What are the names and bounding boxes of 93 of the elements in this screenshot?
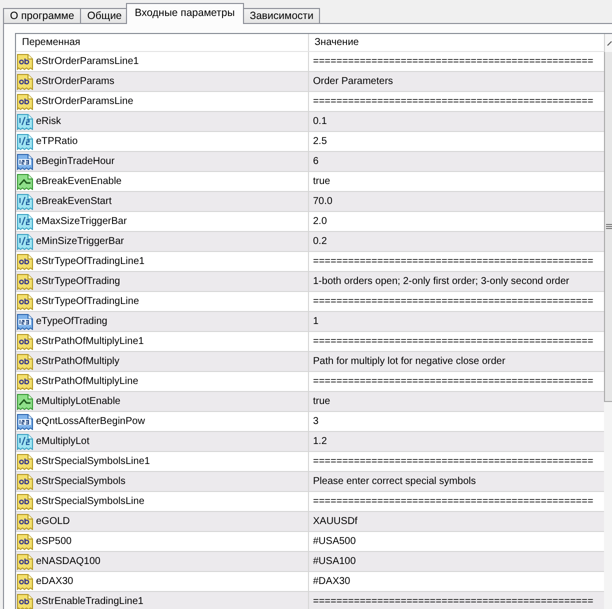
number-document-icon (17, 154, 33, 170)
text-document-icon (17, 354, 33, 370)
table-row[interactable]: eMultiplyLotEnable true (16, 392, 604, 412)
table-row[interactable]: eStrPathOfMultiplyLine ================================================ (16, 372, 604, 392)
tab[interactable]: Зависимости (242, 8, 320, 23)
variable-name: eTypeOfTrading (36, 316, 108, 327)
table-row[interactable]: eStrTypeOfTradingLine ================================================ (16, 292, 604, 312)
text-document-icon (17, 594, 33, 609)
fraction-document-icon (17, 194, 33, 210)
grip-icon (606, 224, 612, 230)
table-row[interactable]: eStrOrderParamsLine ================================================ (16, 92, 604, 112)
variable-name: eMinSizeTriggerBar (36, 236, 124, 247)
variable-name: eBreakEvenStart (36, 196, 112, 207)
text-document-icon (17, 534, 33, 550)
fraction-document-icon (17, 234, 33, 250)
table-row[interactable]: eStrSpecialSymbolsLine1 ================================================ (16, 452, 604, 472)
column-header[interactable]: Переменная (16, 34, 308, 51)
variable-name: eStrSpecialSymbolsLine1 (36, 456, 150, 467)
variable-name: eStrOrderParamsLine (36, 96, 134, 107)
table-row[interactable]: eSP500 #USA500 (16, 532, 604, 552)
fraction-document-icon (17, 434, 33, 450)
variable-name: eGOLD (36, 516, 70, 527)
text-document-icon (17, 254, 33, 270)
text-document-icon (17, 514, 33, 530)
table-row[interactable]: eRisk 0.1 (16, 112, 604, 132)
scrollbar-track[interactable] (604, 34, 612, 609)
variable-name: eRisk (36, 116, 62, 127)
variable-name: eStrPathOfMultiplyLine1 (36, 336, 144, 347)
variable-name: eMaxSizeTriggerBar (36, 216, 127, 227)
table-row[interactable]: eTypeOfTrading 1 (16, 312, 604, 332)
fraction-document-icon (17, 134, 33, 150)
table-row[interactable]: eDAX30 #DAX30 (16, 572, 604, 592)
variable-name: eTPRatio (36, 136, 78, 147)
text-document-icon (17, 374, 33, 390)
scrollbar-thumb[interactable] (604, 52, 612, 402)
text-document-icon (17, 474, 33, 490)
tab[interactable]: О программе (3, 8, 82, 23)
variable-name: eBeginTradeHour (36, 156, 115, 167)
table-row[interactable]: eMinSizeTriggerBar 0.2 (16, 232, 604, 252)
scroll-up-button[interactable] (604, 34, 612, 52)
table-row[interactable]: eStrOrderParams Order Parameters (16, 72, 604, 92)
table-row[interactable]: eTPRatio 2.5 (16, 132, 604, 152)
table-row[interactable]: eStrTypeOfTradingLine1 ================================================ (16, 252, 604, 272)
chart-document-icon (17, 394, 33, 410)
table-row[interactable]: eBreakEvenEnable true (16, 172, 604, 192)
variable-name: eQntLossAfterBeginPow (36, 416, 145, 427)
variable-name: eStrSpecialSymbolsLine (36, 496, 144, 507)
table-row[interactable]: eNASDAQ100 #USA100 (16, 552, 604, 572)
variable-name: eDAX30 (36, 576, 74, 587)
text-document-icon (17, 74, 33, 90)
variable-name: eMultiplyLot (36, 436, 90, 447)
text-document-icon (17, 94, 33, 110)
variable-name: eStrOrderParams (36, 76, 114, 87)
table-row[interactable]: eMaxSizeTriggerBar 2.0 (16, 212, 604, 232)
variable-name: eStrPathOfMultiplyLine (36, 376, 138, 387)
tab[interactable]: Общие (80, 8, 129, 23)
number-document-icon (17, 414, 33, 430)
fraction-document-icon (17, 114, 33, 130)
text-document-icon (17, 294, 33, 310)
text-document-icon (17, 494, 33, 510)
variable-name: eStrPathOfMultiply (36, 356, 120, 367)
table-row[interactable]: eBeginTradeHour 6 (16, 152, 604, 172)
text-document-icon (17, 574, 33, 590)
table-row[interactable]: eStrOrderParamsLine1 ================================================ (16, 52, 604, 72)
table-row[interactable]: eBreakEvenStart 70.0 (16, 192, 604, 212)
variable-name: eSP500 (36, 536, 72, 547)
variable-name: eStrTypeOfTradingLine1 (36, 256, 145, 267)
chart-document-icon (17, 174, 33, 190)
number-document-icon (17, 314, 33, 330)
text-document-icon (17, 54, 33, 70)
text-document-icon (17, 454, 33, 470)
variable-name: eBreakEvenEnable (36, 176, 122, 187)
table-row[interactable]: eGOLD XAUUSDf (16, 512, 604, 532)
table-row[interactable]: eStrEnableTradingLine1 ================================================ (16, 592, 604, 609)
text-document-icon (17, 274, 33, 290)
variable-name: eStrEnableTradingLine1 (36, 596, 144, 607)
variable-name: eStrTypeOfTrading (36, 276, 120, 287)
text-document-icon (17, 334, 33, 350)
variable-name: eStrTypeOfTradingLine (36, 296, 140, 307)
text-document-icon (17, 554, 33, 570)
variable-name: eStrSpecialSymbols (36, 476, 126, 487)
table-row[interactable]: eStrSpecialSymbols Please enter correct special symbols (16, 472, 604, 492)
table-row[interactable]: eStrTypeOfTrading 1-both orders open; 2-only first order; 3-only second order (16, 272, 604, 292)
tab[interactable]: Входные параметры (126, 3, 244, 24)
table-row[interactable]: eQntLossAfterBeginPow 3 (16, 412, 604, 432)
table-row[interactable]: eStrPathOfMultiply Path for multiply lot for negative close order (16, 352, 604, 372)
fraction-document-icon (17, 214, 33, 230)
table-row[interactable]: eStrSpecialSymbolsLine ================================================ (16, 492, 604, 512)
variable-name: eNASDAQ100 (36, 556, 100, 567)
variable-name: eStrOrderParamsLine1 (36, 56, 139, 67)
table-row[interactable]: eStrPathOfMultiplyLine1 ================================================ (16, 332, 604, 352)
variable-name: eMultiplyLotEnable (36, 396, 120, 407)
table-row[interactable]: eMultiplyLot 1.2 (16, 432, 604, 452)
